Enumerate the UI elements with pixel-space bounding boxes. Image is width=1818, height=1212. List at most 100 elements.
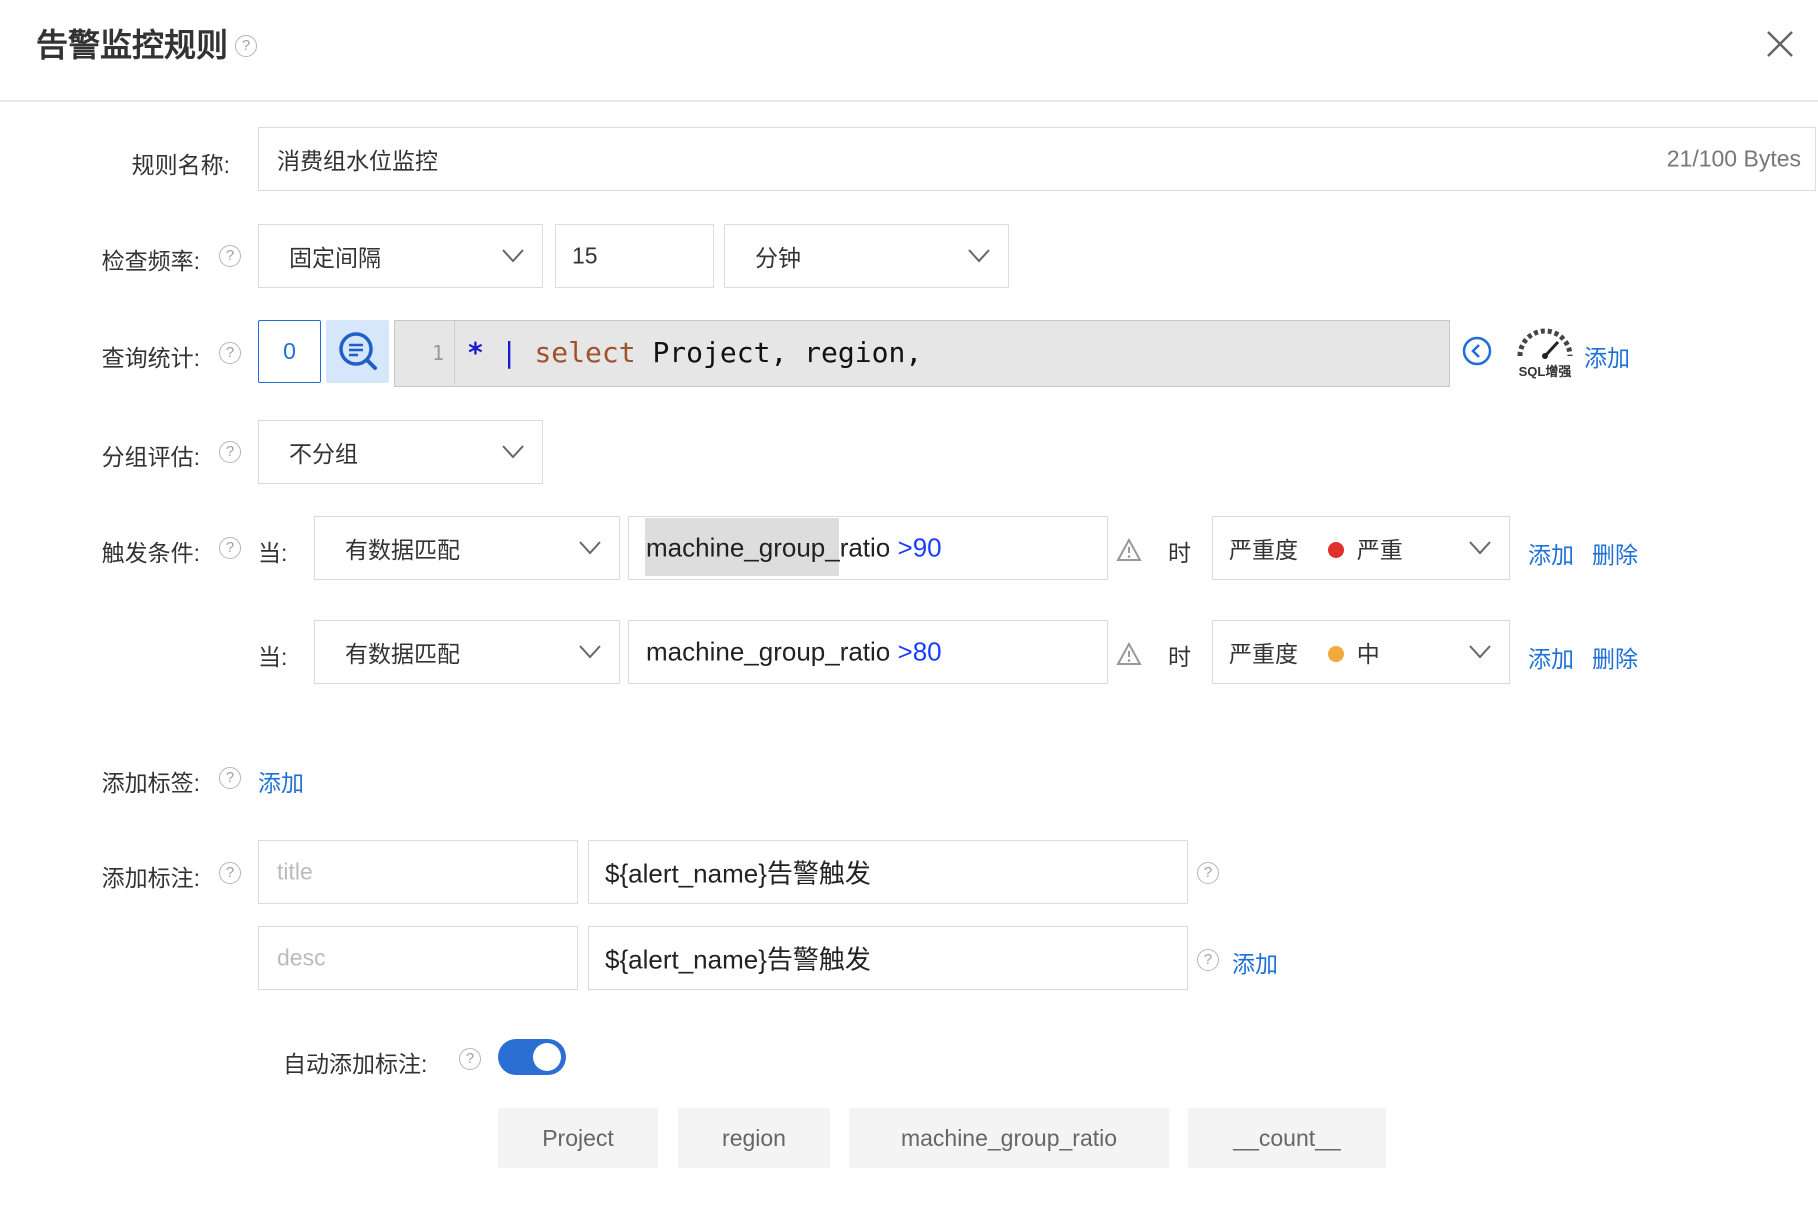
condition-add-link[interactable]: 添加: [1528, 536, 1574, 570]
labels-label: 添加标签:: [101, 770, 200, 796]
condition-expression-input[interactable]: machine_group_ratio >80: [628, 620, 1108, 684]
labels-help-icon[interactable]: ?: [219, 767, 241, 789]
condition-threshold: 90: [912, 532, 942, 563]
frequency-interval-value: 15: [572, 242, 598, 269]
severity-prefix: 严重度: [1229, 537, 1298, 563]
severity-select[interactable]: 严重度 严重: [1212, 516, 1510, 580]
annotations-label: 添加标注:: [101, 865, 200, 891]
annotation-value-input[interactable]: ${alert_name}告警触发: [588, 926, 1188, 990]
chevron-down-icon: [579, 645, 601, 659]
sql-enhance-button[interactable]: SQL增强: [1512, 326, 1578, 379]
severity-value: 中: [1356, 641, 1380, 667]
chevron-down-icon: [502, 445, 524, 459]
warning-icon: [1116, 641, 1142, 666]
condition-field: machine_group_ratio: [646, 636, 891, 667]
field-chip[interactable]: region: [678, 1108, 830, 1168]
then-label: 时: [1168, 540, 1191, 566]
title-help-icon[interactable]: ?: [235, 35, 257, 57]
condition-threshold: 80: [912, 636, 942, 667]
chevron-down-icon: [579, 541, 601, 555]
auto-annotation-label: 自动添加标注:: [283, 1051, 428, 1077]
annotation-key-placeholder: title: [277, 858, 313, 885]
frequency-type-value: 固定间隔: [289, 245, 381, 271]
frequency-unit-value: 分钟: [755, 245, 801, 271]
condition-match-value: 有数据匹配: [345, 641, 460, 667]
severity-select[interactable]: 严重度 中: [1212, 620, 1510, 684]
rule-name-value: 消费组水位监控: [277, 148, 438, 174]
grouping-label: 分组评估:: [101, 444, 200, 470]
frequency-label: 检查频率:: [101, 248, 200, 274]
chevron-down-icon: [968, 249, 990, 263]
field-chip[interactable]: __count__: [1188, 1108, 1386, 1168]
sql-enhance-label: SQL增强: [1518, 364, 1572, 379]
rule-name-input[interactable]: 消费组水位监控 21/100 Bytes: [258, 127, 1816, 191]
condition-match-select[interactable]: 有数据匹配: [314, 516, 620, 580]
query-editor[interactable]: 1 * | select Project, region,: [394, 320, 1450, 387]
frequency-help-icon[interactable]: ?: [219, 245, 241, 267]
grouping-value: 不分组: [289, 441, 358, 467]
dialog-title-text: 告警监控规则: [36, 27, 229, 63]
query-add-link[interactable]: 添加: [1584, 339, 1630, 373]
annotation-key-input[interactable]: desc: [258, 926, 578, 990]
code-pipe: |: [500, 336, 518, 369]
grouping-help-icon[interactable]: ?: [219, 441, 241, 463]
search-icon: [339, 332, 377, 370]
annotation-help-icon[interactable]: ?: [1197, 862, 1219, 884]
condition-delete-link[interactable]: 删除: [1592, 536, 1638, 570]
speedometer-icon: [1517, 328, 1573, 359]
chevron-down-icon: [1469, 541, 1491, 555]
annotations-help-icon[interactable]: ?: [219, 862, 241, 884]
frequency-type-select[interactable]: 固定间隔: [258, 224, 543, 288]
history-icon[interactable]: [1462, 336, 1492, 366]
when-label: 当:: [258, 644, 288, 670]
condition-delete-link[interactable]: 删除: [1592, 640, 1638, 674]
condition-expression-input[interactable]: machine_group_ratio >90: [628, 516, 1108, 580]
close-icon[interactable]: [1760, 24, 1800, 64]
severity-dot: [1328, 542, 1345, 558]
trigger-label: 触发条件:: [101, 540, 200, 566]
code-rest: Project, region,: [652, 336, 923, 369]
condition-add-link[interactable]: 添加: [1528, 640, 1574, 674]
condition-field: machine_group_ratio: [646, 532, 891, 563]
query-label: 查询统计:: [101, 345, 200, 371]
header-divider: [0, 100, 1818, 102]
query-search-button[interactable]: [326, 320, 389, 383]
chevron-down-icon: [1469, 645, 1491, 659]
annotation-help-icon[interactable]: ?: [1197, 949, 1219, 971]
severity-prefix: 严重度: [1229, 641, 1298, 667]
annotation-value: ${alert_name}告警触发: [605, 858, 871, 889]
field-chip[interactable]: machine_group_ratio: [849, 1108, 1169, 1168]
rule-name-counter: 21/100 Bytes: [1666, 145, 1801, 172]
annotations-add-link[interactable]: 添加: [1232, 945, 1278, 979]
frequency-unit-select[interactable]: 分钟: [724, 224, 1009, 288]
severity-dot: [1328, 646, 1345, 662]
code-star: *: [467, 336, 484, 369]
query-help-icon[interactable]: ?: [219, 342, 241, 364]
condition-match-value: 有数据匹配: [345, 537, 460, 563]
condition-operator: >: [897, 636, 913, 667]
query-code: * | select Project, region,: [467, 321, 922, 385]
rule-name-label: 规则名称:: [131, 152, 230, 178]
labels-add-link[interactable]: 添加: [258, 764, 304, 798]
frequency-interval-input[interactable]: 15: [555, 224, 714, 288]
annotation-key-placeholder: desc: [277, 944, 326, 971]
severity-value: 严重: [1356, 537, 1403, 563]
condition-match-select[interactable]: 有数据匹配: [314, 620, 620, 684]
code-keyword: select: [534, 336, 636, 369]
warning-icon: [1116, 537, 1142, 562]
annotation-key-input[interactable]: title: [258, 840, 578, 904]
field-chip[interactable]: Project: [498, 1108, 658, 1168]
then-label: 时: [1168, 644, 1191, 670]
toggle-knob: [533, 1043, 561, 1071]
when-label: 当:: [258, 540, 288, 566]
query-index-box[interactable]: 0: [258, 320, 321, 383]
grouping-select[interactable]: 不分组: [258, 420, 543, 484]
dialog-title: 告警监控规则: [36, 20, 228, 66]
annotation-value-input[interactable]: ${alert_name}告警触发: [588, 840, 1188, 904]
trigger-help-icon[interactable]: ?: [219, 537, 241, 559]
auto-annotation-help-icon[interactable]: ?: [459, 1048, 481, 1070]
condition-operator: >: [897, 532, 913, 563]
auto-annotation-toggle[interactable]: [498, 1039, 566, 1075]
annotation-value: ${alert_name}告警触发: [605, 944, 871, 975]
line-number: 1: [395, 321, 455, 385]
